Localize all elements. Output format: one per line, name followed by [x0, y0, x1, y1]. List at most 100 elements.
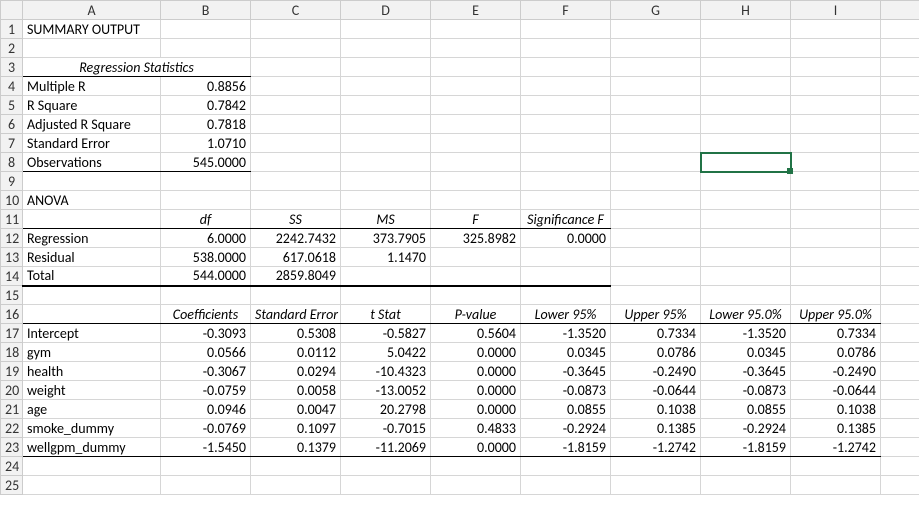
cell-F17[interactable]: -1.3520: [521, 324, 611, 343]
cell-F18[interactable]: 0.0345: [521, 343, 611, 362]
cell-G17[interactable]: 0.7334: [611, 324, 701, 343]
cell-C19[interactable]: 0.0294: [251, 362, 341, 381]
cell-E22[interactable]: 0.4833: [431, 419, 521, 438]
cell-E12[interactable]: 325.8982: [431, 229, 521, 248]
cell-J9[interactable]: [881, 172, 919, 191]
cell-C22[interactable]: 0.1097: [251, 419, 341, 438]
cell-D5[interactable]: [341, 96, 431, 115]
cell-D16[interactable]: t Stat: [341, 305, 431, 324]
cell-B10[interactable]: [161, 191, 251, 210]
cell-B7[interactable]: 1.0710: [161, 134, 251, 153]
row-header-16[interactable]: 16: [1, 305, 23, 324]
cell-B17[interactable]: -0.3093: [161, 324, 251, 343]
cell-A1[interactable]: SUMMARY OUTPUT: [23, 20, 161, 39]
cell-J3[interactable]: [881, 58, 919, 77]
row-header-9[interactable]: 9: [1, 172, 23, 191]
cell-E24[interactable]: [431, 457, 521, 476]
cell-H13[interactable]: [701, 248, 791, 267]
cell-H22[interactable]: -0.2924: [701, 419, 791, 438]
cell-G15[interactable]: [611, 286, 701, 305]
row-header-11[interactable]: 11: [1, 210, 23, 229]
cell-D8[interactable]: [341, 153, 431, 172]
cell-F14[interactable]: [521, 267, 611, 286]
cell-F1[interactable]: [521, 20, 611, 39]
cell-D19[interactable]: -10.4323: [341, 362, 431, 381]
cell-G1[interactable]: [611, 20, 701, 39]
cell-E19[interactable]: 0.0000: [431, 362, 521, 381]
cell-H23[interactable]: -1.8159: [701, 438, 791, 457]
cell-C4[interactable]: [251, 77, 341, 96]
cell-G3[interactable]: [611, 58, 701, 77]
cell-I13[interactable]: [791, 248, 881, 267]
row-header-19[interactable]: 19: [1, 362, 23, 381]
row-header-18[interactable]: 18: [1, 343, 23, 362]
cell-D13[interactable]: 1.1470: [341, 248, 431, 267]
cell-J22[interactable]: [881, 419, 919, 438]
cell-J10[interactable]: [881, 191, 919, 210]
row-header-24[interactable]: 24: [1, 457, 23, 476]
cell-A7[interactable]: Standard Error: [23, 134, 161, 153]
cell-A15[interactable]: [23, 286, 161, 305]
cell-J23[interactable]: [881, 438, 919, 457]
cell-J18[interactable]: [881, 343, 919, 362]
cell-B8[interactable]: 545.0000: [161, 153, 251, 172]
cell-I16[interactable]: Upper 95.0%: [791, 305, 881, 324]
cell-D10[interactable]: [341, 191, 431, 210]
cell-B12[interactable]: 6.0000: [161, 229, 251, 248]
cell-A21[interactable]: age: [23, 400, 161, 419]
cell-J7[interactable]: [881, 134, 919, 153]
cell-F11[interactable]: Significance F: [521, 210, 611, 229]
cell-C15[interactable]: [251, 286, 341, 305]
cell-I20[interactable]: -0.0644: [791, 381, 881, 400]
cell-B23[interactable]: -1.5450: [161, 438, 251, 457]
cell-I1[interactable]: [791, 20, 881, 39]
cell-G9[interactable]: [611, 172, 701, 191]
cell-A20[interactable]: weight: [23, 381, 161, 400]
cell-B20[interactable]: -0.0759: [161, 381, 251, 400]
cell-H19[interactable]: -0.3645: [701, 362, 791, 381]
cell-H24[interactable]: [701, 457, 791, 476]
cell-F2[interactable]: [521, 39, 611, 58]
cell-G24[interactable]: [611, 457, 701, 476]
cell-D7[interactable]: [341, 134, 431, 153]
cell-J6[interactable]: [881, 115, 919, 134]
cell-H18[interactable]: 0.0345: [701, 343, 791, 362]
col-header-A[interactable]: A: [23, 1, 161, 20]
cell-A9[interactable]: [23, 172, 161, 191]
cell-J12[interactable]: [881, 229, 919, 248]
row-header-17[interactable]: 17: [1, 324, 23, 343]
cell-H16[interactable]: Lower 95.0%: [701, 305, 791, 324]
cell-F9[interactable]: [521, 172, 611, 191]
cell-G13[interactable]: [611, 248, 701, 267]
cell-G19[interactable]: -0.2490: [611, 362, 701, 381]
cell-D2[interactable]: [341, 39, 431, 58]
cell-E15[interactable]: [431, 286, 521, 305]
cell-B21[interactable]: 0.0946: [161, 400, 251, 419]
cell-A14[interactable]: Total: [23, 267, 161, 286]
cell-I24[interactable]: [791, 457, 881, 476]
cell-C5[interactable]: [251, 96, 341, 115]
cell-F21[interactable]: 0.0855: [521, 400, 611, 419]
cell-E14[interactable]: [431, 267, 521, 286]
cell-C14[interactable]: 2859.8049: [251, 267, 341, 286]
cell-A12[interactable]: Regression: [23, 229, 161, 248]
cell-G7[interactable]: [611, 134, 701, 153]
cell-I19[interactable]: -0.2490: [791, 362, 881, 381]
cell-G18[interactable]: 0.0786: [611, 343, 701, 362]
row-header-25[interactable]: 25: [1, 476, 23, 495]
cell-A25[interactable]: [23, 476, 161, 495]
select-all-corner[interactable]: [1, 1, 23, 20]
row-header-22[interactable]: 22: [1, 419, 23, 438]
cell-E3[interactable]: [431, 58, 521, 77]
cell-B15[interactable]: [161, 286, 251, 305]
cell-E13[interactable]: [431, 248, 521, 267]
cell-F19[interactable]: -0.3645: [521, 362, 611, 381]
cell-G2[interactable]: [611, 39, 701, 58]
cell-G14[interactable]: [611, 267, 701, 286]
cell-H25[interactable]: [701, 476, 791, 495]
cell-G10[interactable]: [611, 191, 701, 210]
cell-B25[interactable]: [161, 476, 251, 495]
cell-C17[interactable]: 0.5308: [251, 324, 341, 343]
cell-J13[interactable]: [881, 248, 919, 267]
cell-H1[interactable]: [701, 20, 791, 39]
